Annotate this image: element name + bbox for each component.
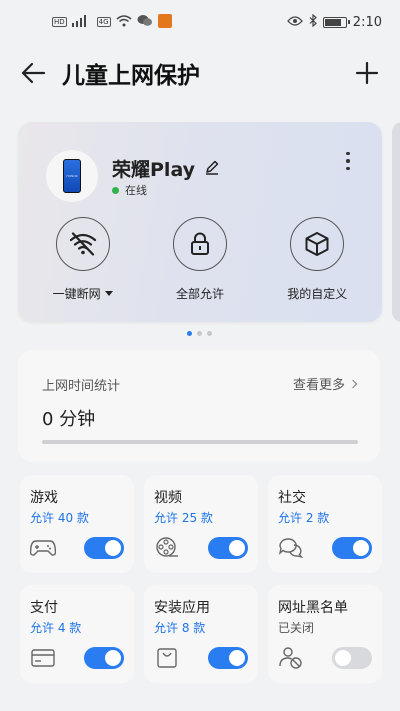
category-tile-games[interactable]: 游戏 允许 40 款 — [20, 475, 134, 573]
games-toggle[interactable] — [84, 537, 124, 559]
stats-value: 0 分钟 — [42, 409, 96, 430]
cube-icon — [290, 217, 345, 271]
arrow-left-icon — [21, 62, 46, 84]
back-button[interactable] — [18, 58, 48, 88]
tile-sub: 允许 8 款 — [154, 621, 206, 635]
page-dot-active — [187, 331, 192, 336]
lock-icon — [172, 217, 227, 271]
caret-down-icon — [104, 291, 113, 296]
phone-icon — [63, 159, 81, 193]
action-custom[interactable]: 我的自定义 — [262, 217, 372, 302]
category-tile-payment[interactable]: 支付 允许 4 款 — [20, 585, 134, 683]
quick-actions: 一键断网 全部允许 我的自定义 — [18, 217, 382, 302]
wifi-off-icon — [55, 217, 110, 271]
status-right: 2:10 — [286, 13, 382, 31]
bluetooth-icon — [309, 13, 317, 31]
tile-sub: 允许 25 款 — [154, 511, 213, 525]
tile-name: 安装应用 — [154, 600, 210, 616]
user-block-icon — [278, 647, 304, 669]
install-apps-toggle[interactable] — [208, 647, 248, 669]
page-indicator — [187, 331, 212, 336]
tile-sub: 允许 40 款 — [30, 511, 89, 525]
more-options-button[interactable] — [338, 148, 358, 174]
page-dot — [207, 331, 212, 336]
plus-icon — [355, 61, 379, 85]
action-allow-all-label: 全部允许 — [175, 287, 224, 301]
signal-bars-icon — [71, 14, 92, 30]
credit-card-icon — [30, 647, 56, 669]
next-device-card-peek[interactable] — [392, 122, 400, 322]
social-toggle[interactable] — [332, 537, 372, 559]
action-disconnect-label: 一键断网 — [53, 285, 113, 302]
device-status: 在线 — [112, 182, 147, 198]
status-bar: HD 4G 2:10 — [0, 0, 400, 44]
shopping-bag-icon — [154, 647, 180, 669]
see-more-link[interactable]: 查看更多 — [292, 374, 358, 393]
eye-comfort-icon — [286, 15, 303, 30]
network-badge: 4G — [96, 17, 111, 27]
tile-sub: 已关闭 — [278, 621, 315, 635]
device-status-label: 在线 — [125, 184, 147, 197]
film-reel-icon — [154, 537, 180, 559]
url-blacklist-toggle[interactable] — [332, 647, 372, 669]
edit-name-button[interactable] — [204, 159, 220, 179]
tile-name: 视频 — [154, 490, 182, 506]
video-toggle[interactable] — [208, 537, 248, 559]
category-tile-install-apps[interactable]: 安装应用 允许 8 款 — [144, 585, 258, 683]
action-disconnect-text: 一键断网 — [52, 287, 101, 301]
battery-icon — [322, 16, 350, 28]
category-tile-video[interactable]: 视频 允许 25 款 — [144, 475, 258, 573]
tile-name: 网址黑名单 — [278, 600, 348, 616]
usage-bar — [42, 440, 358, 444]
clock: 2:10 — [352, 14, 382, 30]
tile-name: 社交 — [278, 490, 306, 506]
status-left: HD 4G — [52, 13, 172, 31]
page-dot — [197, 331, 202, 336]
chat-bubbles-icon — [278, 537, 304, 559]
category-tile-social[interactable]: 社交 允许 2 款 — [268, 475, 382, 573]
app-notification-icon — [157, 13, 172, 31]
wifi-icon — [116, 14, 132, 30]
action-allow-all[interactable]: 全部允许 — [145, 217, 255, 302]
sim1-badge: HD — [52, 17, 67, 27]
wechat-icon — [137, 14, 153, 30]
pencil-icon — [206, 160, 219, 175]
gamepad-icon — [30, 537, 56, 559]
device-avatar — [46, 150, 98, 202]
action-custom-label: 我的自定义 — [287, 287, 348, 301]
online-dot-icon — [112, 186, 119, 194]
page-title: 儿童上网保护 — [62, 63, 200, 89]
tile-name: 支付 — [30, 600, 58, 616]
app-header: 儿童上网保护 — [0, 50, 400, 96]
see-more-label: 查看更多 — [292, 378, 345, 393]
tile-sub: 允许 2 款 — [278, 511, 330, 525]
add-device-button[interactable] — [352, 58, 382, 88]
category-tile-url-blacklist[interactable]: 网址黑名单 已关闭 — [268, 585, 382, 683]
device-name: 荣耀Play — [112, 159, 196, 181]
stats-title: 上网时间统计 — [42, 379, 121, 394]
chevron-right-icon — [348, 379, 358, 388]
tile-sub: 允许 4 款 — [30, 621, 82, 635]
device-card: 荣耀Play 在线 一键断网 全部允许 我的 — [18, 122, 382, 322]
tile-name: 游戏 — [30, 490, 58, 506]
usage-stats-card[interactable]: 上网时间统计 查看更多 0 分钟 — [18, 350, 380, 462]
payment-toggle[interactable] — [84, 647, 124, 669]
action-disconnect[interactable]: 一键断网 — [28, 217, 138, 302]
